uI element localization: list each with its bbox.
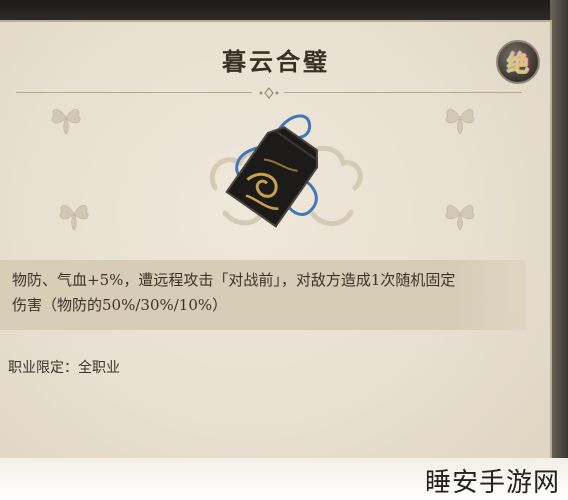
- class-restriction: 职业限定：全职业: [8, 360, 120, 376]
- divider-ornament-icon: [259, 87, 279, 99]
- top-frame-strip: [0, 0, 568, 22]
- description-line-1: 物防、气血+5%，遭远程攻击「对战前」，对敌方造成1次随机固定: [12, 271, 456, 289]
- right-frame-edge: [550, 0, 568, 500]
- description-line-2: 伤害（物防的50%/30%/10%）: [12, 296, 228, 314]
- flower-ornament-icon: [59, 205, 89, 231]
- token-amulet-icon: [225, 114, 319, 228]
- rarity-badge-icon: 绝: [496, 40, 540, 84]
- site-watermark: 睡安手游网: [424, 468, 560, 498]
- title-divider-left: [16, 92, 252, 93]
- item-description: 物防、气血+5%，遭远程攻击「对战前」，对敌方造成1次随机固定 伤害（物防的50…: [12, 268, 517, 318]
- flower-ornament-icon: [445, 109, 475, 135]
- rarity-badge-label: 绝: [506, 51, 529, 77]
- flower-ornament-icon: [445, 205, 475, 231]
- title-divider-right: [284, 92, 522, 93]
- item-name: 暮云合璧: [222, 47, 330, 76]
- flower-ornament-icon: [51, 109, 81, 135]
